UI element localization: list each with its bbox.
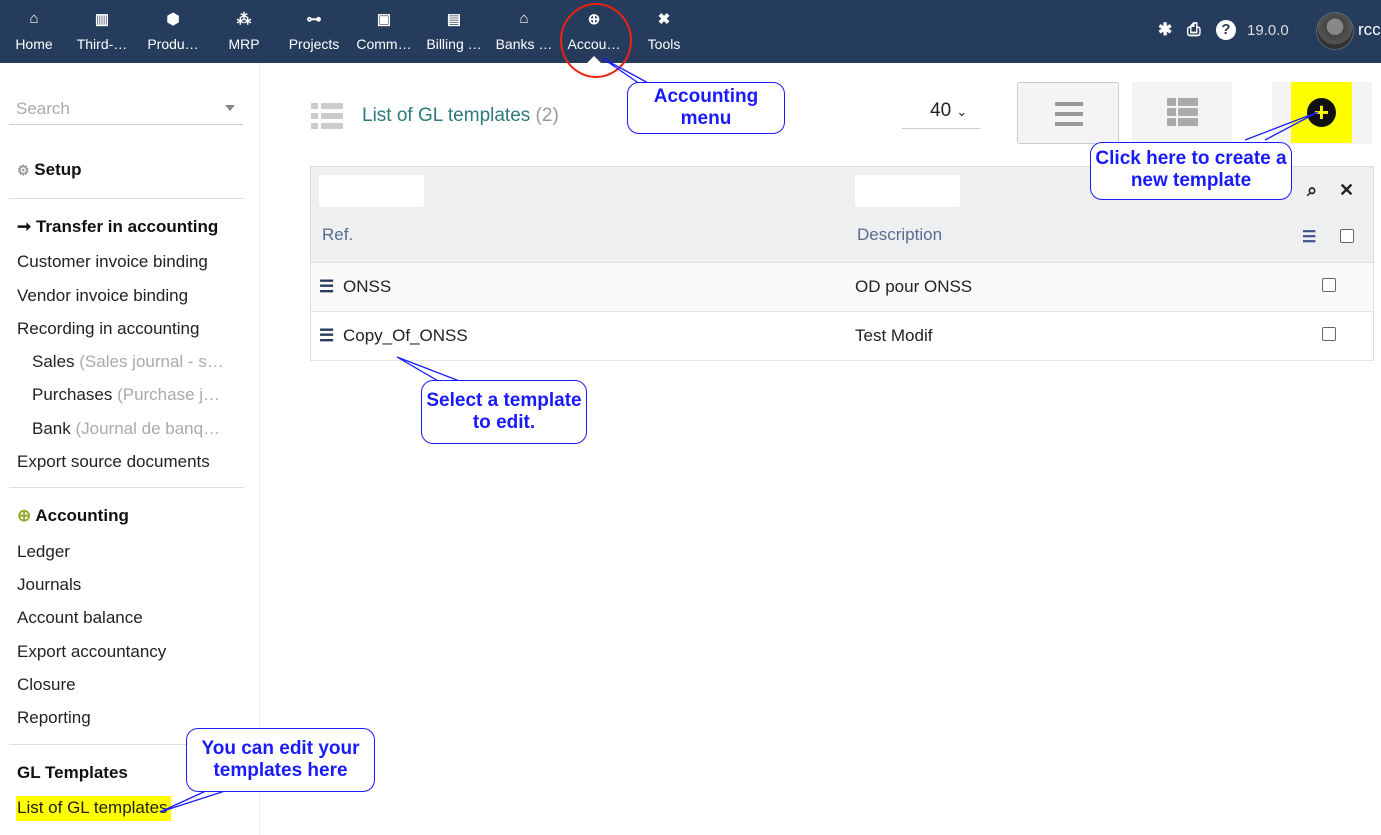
annotation-circle — [560, 3, 632, 78]
sidebar-item-reporting[interactable]: Reporting — [17, 708, 91, 728]
table-row[interactable]: ☰ Copy_Of_ONSS Test Modif — [311, 312, 1373, 361]
close-icon[interactable]: ✕ — [1339, 180, 1354, 201]
project-diagram-icon: ⊶ — [306, 11, 322, 28]
sidebar-item-customer-invoice-binding[interactable]: Customer invoice binding — [17, 252, 208, 272]
sidebar-item-sales-journal[interactable]: Sales (Sales journal - s… — [32, 352, 224, 372]
sidebar-item-purchase-journal[interactable]: Purchases (Purchase j… — [32, 385, 220, 405]
sidebar-item-ledger[interactable]: Ledger — [17, 542, 70, 562]
briefcase-icon: ▣ — [376, 11, 392, 28]
chevron-down-icon — [225, 105, 235, 111]
list-view-button[interactable] — [1017, 82, 1119, 144]
plus-circle-icon: + — [1307, 98, 1336, 127]
sidebar-item-export-source[interactable]: Export source documents — [17, 452, 210, 472]
building-icon: ▥ — [94, 11, 110, 28]
ref-link[interactable]: ONSS — [343, 277, 391, 297]
list-icon: ☰ — [319, 277, 335, 296]
new-template-button[interactable]: + — [1291, 82, 1352, 143]
nav-commercial[interactable]: ▣ Comm… — [352, 0, 416, 63]
top-bar: ⌂ Home ▥ Third-… ⬢ Produ… ⁂ MRP ⊶ Projects ▣ C… — [0, 0, 1381, 63]
version-label: 19.0.0 — [1247, 22, 1289, 39]
divider — [9, 487, 244, 488]
description-cell: Test Modif — [855, 326, 933, 345]
arrow-right-icon: ➞ — [17, 217, 32, 236]
sidebar-item-recording[interactable]: Recording in accounting — [17, 319, 199, 339]
print-icon[interactable]: ⎙ — [1187, 20, 1201, 40]
invoice-icon: ▤ — [446, 11, 462, 28]
sidebar-section-gl-templates[interactable]: GL Templates — [17, 763, 128, 783]
description-cell: OD pour ONSS — [855, 277, 973, 296]
avatar[interactable] — [1316, 12, 1354, 50]
column-header-ref[interactable]: Ref. — [322, 225, 353, 245]
row-checkbox[interactable] — [1322, 327, 1336, 341]
list-icon: ☰ — [319, 326, 335, 345]
nav-tools[interactable]: ✖ Tools — [640, 0, 688, 63]
cube-icon: ⬢ — [166, 11, 180, 28]
nav-third-party[interactable]: ▥ Third-… — [70, 0, 134, 63]
list-icon — [311, 103, 343, 129]
bank-icon: ⌂ — [519, 10, 529, 27]
ref-link[interactable]: Copy_Of_ONSS — [343, 326, 468, 346]
sidebar: Search ⚙ Setup ➞ Transfer in accounting … — [0, 63, 260, 835]
callout-edit-templates: You can edit your templates here — [186, 728, 375, 792]
sidebar-item-journals[interactable]: Journals — [17, 575, 81, 595]
cubes-icon: ⁂ — [236, 11, 252, 28]
callout-accounting-menu: Accounting menu — [627, 82, 785, 134]
table-row[interactable]: ☰ ONSS OD pour ONSS — [311, 263, 1373, 312]
bug-icon[interactable]: ✱ — [1158, 20, 1172, 40]
page-size-select[interactable]: 40 ⌄ — [902, 96, 980, 129]
sidebar-item-closure[interactable]: Closure — [17, 675, 76, 695]
nav-mrp[interactable]: ⁂ MRP — [220, 0, 268, 63]
page-title: List of GL templates (2) — [362, 105, 559, 126]
home-icon: ⌂ — [29, 10, 39, 27]
kanban-view-button[interactable] — [1132, 82, 1232, 144]
nav-home[interactable]: ⌂ Home — [10, 0, 58, 63]
sidebar-item-list-gl-templates[interactable]: List of GL templates — [16, 796, 171, 821]
nav-projects[interactable]: ⊶ Projects — [284, 0, 344, 63]
filter-description-input[interactable] — [855, 175, 960, 207]
callout-create-template: Click here to create a new template — [1090, 142, 1292, 200]
help-icon[interactable]: ? — [1216, 20, 1236, 40]
sidebar-item-vendor-invoice-binding[interactable]: Vendor invoice binding — [17, 286, 188, 306]
divider — [9, 198, 244, 199]
bars-icon — [1055, 102, 1083, 126]
search-icon[interactable]: ⌕ — [1307, 180, 1317, 201]
row-checkbox[interactable] — [1322, 278, 1336, 292]
sidebar-section-setup[interactable]: ⚙ Setup — [17, 160, 82, 180]
nav-banks[interactable]: ⌂ Banks … — [492, 0, 556, 63]
sidebar-item-bank-journal[interactable]: Bank (Journal de banq… — [32, 419, 220, 439]
callout-select-template: Select a template to edit. — [421, 380, 587, 444]
user-name[interactable]: rcc — [1358, 20, 1381, 40]
chevron-down-icon: ⌄ — [956, 104, 968, 119]
tools-icon: ✖ — [657, 11, 671, 28]
sidebar-section-accounting[interactable]: ⊕ Accounting — [17, 506, 129, 526]
sidebar-section-transfer[interactable]: ➞ Transfer in accounting — [17, 217, 218, 237]
column-header-description[interactable]: Description — [857, 225, 942, 245]
search-dollar-icon: ⊕ — [17, 506, 32, 525]
select-all-checkbox[interactable] — [1340, 229, 1354, 243]
nav-products[interactable]: ⬢ Produ… — [140, 0, 206, 63]
filter-ref-input[interactable] — [319, 175, 424, 207]
column-selector-icon[interactable]: ☰ — [1302, 227, 1316, 247]
gears-icon: ⚙ — [17, 162, 30, 178]
sidebar-item-export-accountancy[interactable]: Export accountancy — [17, 642, 166, 662]
search-input[interactable]: Search — [9, 91, 243, 125]
table-list-icon — [1167, 98, 1198, 126]
nav-billing[interactable]: ▤ Billing … — [422, 0, 486, 63]
sidebar-item-account-balance[interactable]: Account balance — [17, 608, 143, 628]
